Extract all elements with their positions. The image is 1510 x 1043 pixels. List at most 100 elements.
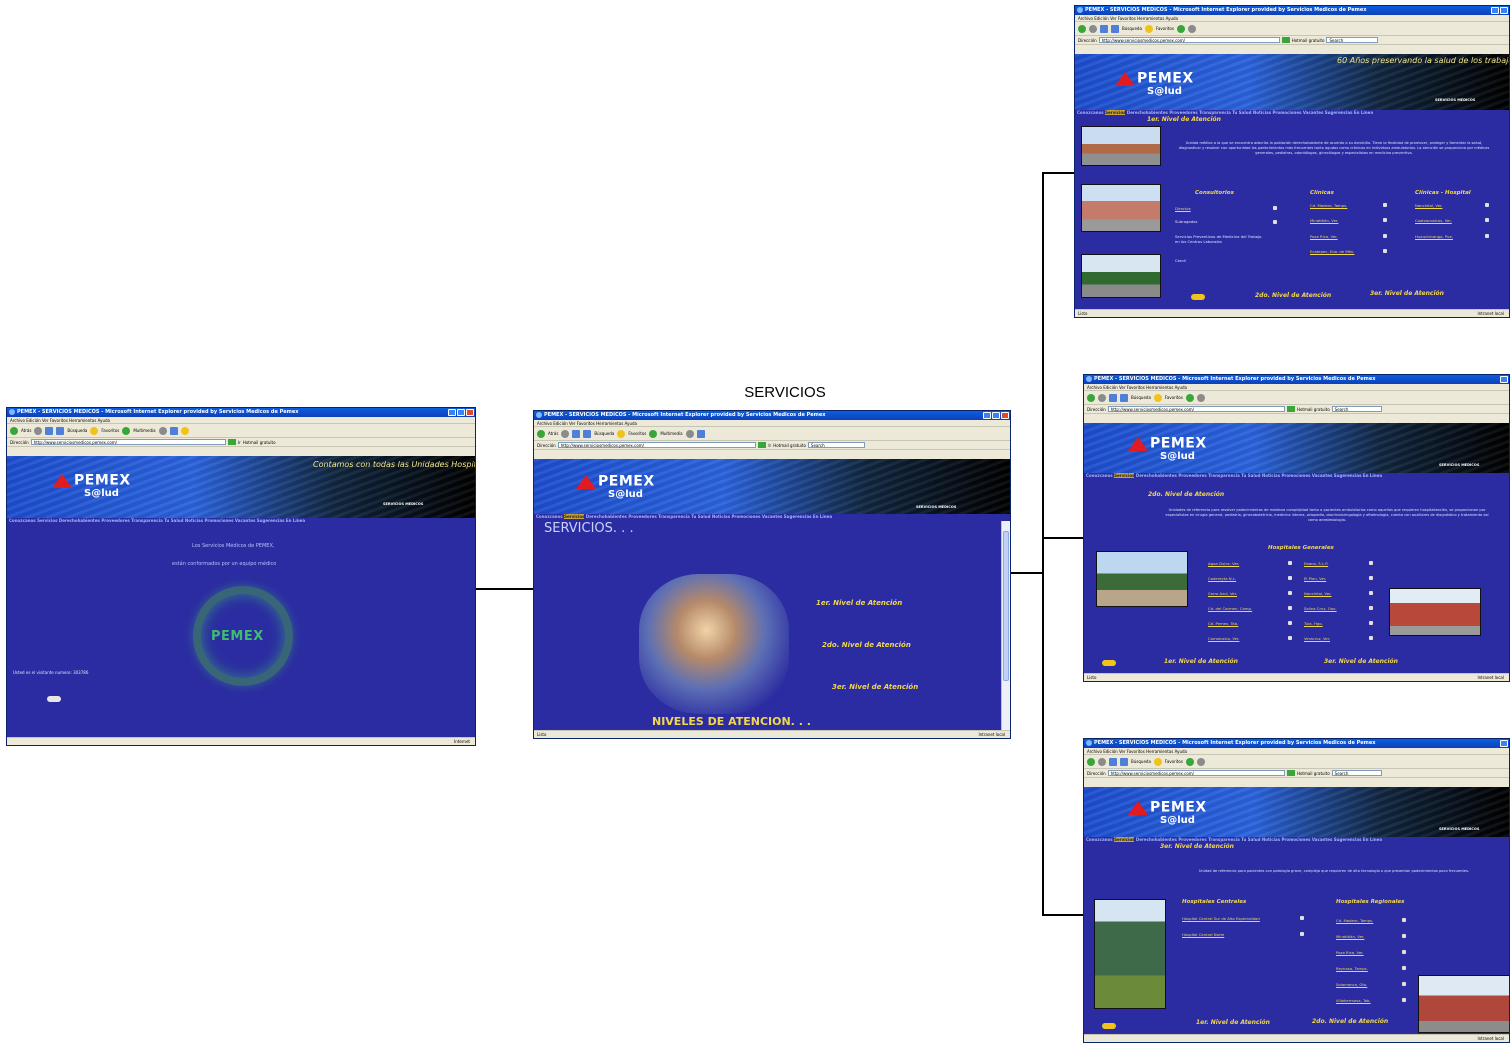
clinica-hospital-link[interactable]: Huauchinango, Pue. [1415,234,1453,239]
pemex-logo[interactable]: PEMEX S@lud [1128,433,1207,462]
address-input[interactable]: http://www.serviciosmedicos.pemex.com/ [1098,37,1280,43]
hospital-regional-link[interactable]: Minatitlán, Ver. [1336,934,1364,939]
refresh-icon[interactable] [45,426,54,435]
nav-menu[interactable]: Conozcanos Servicios Derechohabientes Pr… [1075,110,1509,116]
menu-bar[interactable]: Archivo Edición Ver Favoritos Herramient… [1084,748,1509,755]
hotmail-link[interactable]: Hotmail gratuito [243,440,276,445]
hospital-link[interactable]: Cerro Azul, Ver. [1208,591,1237,596]
hospital-link[interactable]: Ebano, S.L.P. [1304,561,1328,566]
forward-icon[interactable] [1098,393,1106,402]
clinica-link[interactable]: Poza Rica, Ver. [1310,234,1338,239]
hospital-link[interactable]: Agua Dulce, Ver. [1208,561,1239,566]
search-input[interactable]: Search [1331,406,1383,412]
hospital-link[interactable]: Cadereyta N.L. [1208,576,1236,581]
multimedia-icon[interactable] [122,426,131,435]
back-icon[interactable] [10,426,18,435]
hospital-link[interactable]: Tula, Hgo. [1304,621,1323,626]
link-nivel-1[interactable]: 1er. Nivel de Atención [816,599,902,607]
back-icon[interactable] [537,429,545,438]
search-input[interactable]: Search [1326,37,1379,43]
hospital-regional-link[interactable]: Salamanca, Gto. [1336,982,1367,987]
hospital-central-link[interactable]: Hospital Central Sur de Alta Especialida… [1182,916,1260,921]
hospital-link[interactable]: El Plan, Ver. [1304,576,1326,581]
home-icon[interactable] [1120,757,1128,766]
favorites-icon[interactable] [1153,393,1162,402]
mail-icon[interactable] [696,429,705,438]
home-icon[interactable] [583,429,592,438]
go-button[interactable] [1286,406,1295,412]
minimize-button[interactable] [1491,7,1499,14]
go-button[interactable] [1281,37,1290,43]
hospital-link[interactable]: Comalcalco, Ver. [1208,636,1239,641]
search-button[interactable]: Búsqueda [1131,395,1151,400]
minimize-button[interactable] [1500,740,1508,747]
phone-icon[interactable] [1288,591,1292,595]
pointer-hand-icon[interactable] [1191,294,1205,300]
phone-icon[interactable] [1300,916,1304,920]
hospital-link[interactable]: Salina Cruz, Oax. [1304,606,1337,611]
minimize-button[interactable] [983,412,991,419]
multimedia-icon[interactable] [1185,757,1194,766]
folder-icon[interactable] [180,426,189,435]
phone-icon[interactable] [1288,576,1292,580]
hotmail-link[interactable]: Hotmail gratuito [1297,771,1330,776]
hospital-central-link[interactable]: Hospital Central Norte [1182,932,1224,937]
footer-link-nivel-1[interactable]: 1er. Nivel de Atención [1196,1019,1270,1026]
menu-bar[interactable]: Archivo Edición Ver Favoritos Herramient… [1084,384,1509,391]
hotmail-link[interactable]: Hotmail gratuito [773,443,806,448]
pemex-logo[interactable]: PEMEX S@lud [576,471,655,500]
favorites-icon[interactable] [617,429,626,438]
scrollbar[interactable] [1001,521,1010,730]
refresh-icon[interactable] [1100,24,1108,33]
footer-link-nivel-1[interactable]: 1er. Nivel de Atención [1164,658,1238,665]
phone-icon[interactable] [1402,934,1406,938]
nav-menu[interactable]: Conozcanos Servicios Derechohabientes Pr… [1084,473,1509,479]
forward-icon[interactable] [34,426,43,435]
phone-icon[interactable] [1485,234,1489,238]
phone-icon[interactable] [1485,218,1489,222]
history-icon[interactable] [1196,393,1205,402]
scrollbar-thumb[interactable] [1003,531,1009,681]
forward-icon[interactable] [561,429,570,438]
favorites-icon[interactable] [1144,24,1153,33]
phone-icon[interactable] [1369,621,1373,625]
close-button[interactable] [466,409,474,416]
maximize-button[interactable] [1500,7,1508,14]
minimize-button[interactable] [448,409,456,416]
phone-icon[interactable] [1383,218,1387,222]
maximize-button[interactable] [992,412,1000,419]
phone-icon[interactable] [1273,220,1277,224]
pemex-logo[interactable]: PEMEX S@lud [1115,68,1194,97]
phone-icon[interactable] [1273,206,1277,210]
back-icon[interactable] [1078,24,1086,33]
address-input[interactable]: http://www.serviciosmedicos.pemex.com/ [1107,406,1285,412]
multimedia-icon[interactable] [1176,24,1185,33]
pointer-hand-icon[interactable] [47,696,61,702]
history-icon[interactable] [158,426,167,435]
address-input[interactable]: http://www.serviciosmedicos.pemex.com/ [30,439,226,445]
pemex-logo[interactable]: PEMEX S@lud [52,470,131,499]
search-button[interactable]: Búsqueda [1122,26,1142,31]
menu-bar[interactable]: Archivo Edición Ver Favoritos Herramient… [7,417,475,424]
multimedia-icon[interactable] [1185,393,1194,402]
phone-icon[interactable] [1402,982,1406,986]
search-button[interactable]: Búsqueda [67,428,87,433]
hospital-regional-link[interactable]: Reynosa, Tamps. [1336,966,1368,971]
history-icon[interactable] [685,429,694,438]
footer-link-nivel-2[interactable]: 2do. Nivel de Atención [1255,292,1331,299]
forward-icon[interactable] [1098,757,1106,766]
home-icon[interactable] [56,426,65,435]
phone-icon[interactable] [1288,636,1292,640]
phone-icon[interactable] [1402,918,1406,922]
link-nivel-3[interactable]: 3er. Nivel de Atención [832,683,918,691]
phone-icon[interactable] [1383,249,1387,253]
phone-icon[interactable] [1369,576,1373,580]
search-input[interactable]: Search [1331,770,1383,776]
phone-icon[interactable] [1402,998,1406,1002]
link-nivel-2[interactable]: 2do. Nivel de Atención [822,641,911,649]
hospital-regional-link[interactable]: Cd. Madero, Tamps. [1336,918,1373,923]
go-button[interactable] [228,439,236,445]
search-input[interactable]: Search [807,442,865,448]
hospital-regional-link[interactable]: Villahermosa, Tab. [1336,998,1371,1003]
phone-icon[interactable] [1485,203,1489,207]
